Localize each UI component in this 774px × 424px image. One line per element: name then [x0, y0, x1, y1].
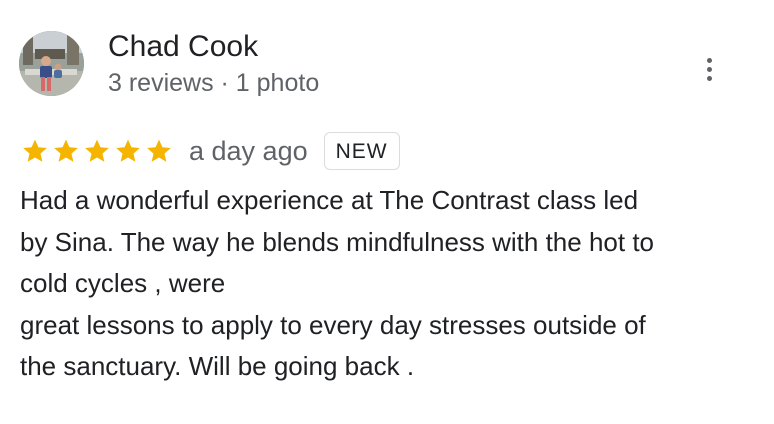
review-text-line: by Sina. The way he blends mindfulness w…: [20, 226, 655, 257]
review-time: a day ago: [189, 135, 308, 166]
star-icon: [85, 139, 109, 162]
reviewer-name[interactable]: Chad Cook: [108, 29, 258, 65]
more-vert-icon-dot: [706, 75, 712, 81]
star-icon: [147, 139, 171, 162]
review-text-line: cold cycles , were: [20, 268, 226, 298]
more-options-button[interactable]: [694, 52, 724, 86]
user-photo-avatar-icon: [19, 31, 84, 96]
more-vert-icon-dot: [706, 66, 712, 72]
new-badge: NEW: [323, 132, 400, 170]
star-rating: [21, 137, 173, 165]
star-icon: [54, 139, 78, 162]
star-icon: [23, 139, 47, 162]
review-card: Chad Cook 3 reviews · 1 photo a day ago …: [0, 0, 774, 424]
reviewer-avatar[interactable]: [19, 31, 84, 96]
rating-row: a day ago NEW: [21, 131, 400, 171]
review-text-line: Had a wonderful experience at The Contra…: [20, 185, 639, 215]
star-icon: [116, 139, 140, 162]
review-text-line: great lessons to apply to every day stre…: [20, 309, 646, 340]
review-text: Had a wonderful experience at The Contra…: [20, 180, 750, 388]
more-vert-icon: [706, 57, 712, 63]
review-text-line: the sanctuary. Will be going back .: [20, 351, 415, 381]
reviewer-meta: 3 reviews · 1 photo: [108, 69, 320, 97]
